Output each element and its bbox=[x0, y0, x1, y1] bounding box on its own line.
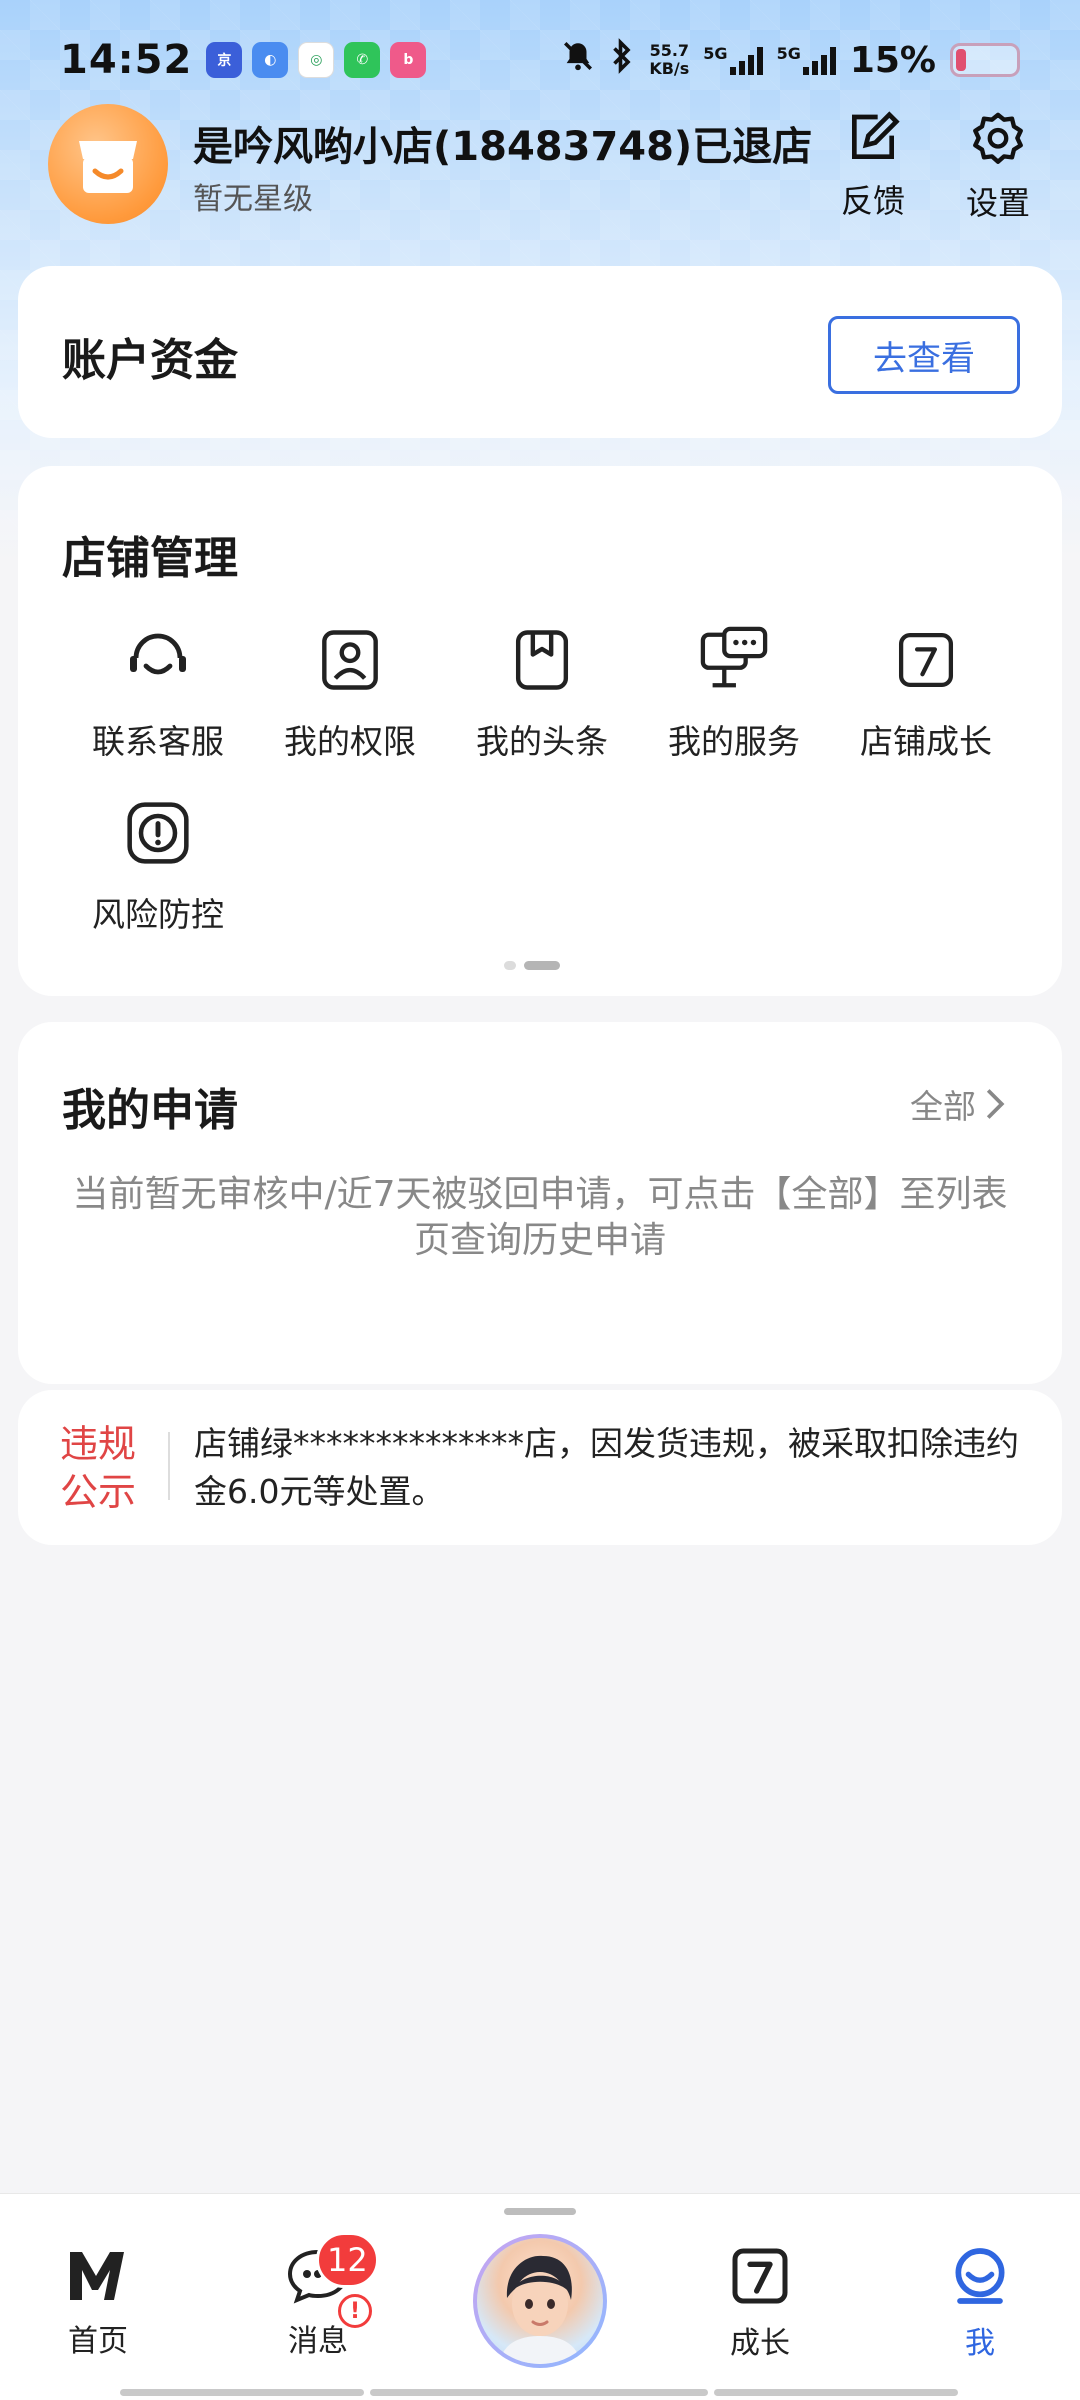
tab-messages-label: 消息 bbox=[288, 2324, 348, 2359]
tool-label: 风险防控 bbox=[92, 895, 224, 934]
mobile-app-icon: ◎ bbox=[298, 42, 335, 78]
assistant-avatar-button[interactable] bbox=[473, 2234, 607, 2368]
feedback-button[interactable]: 反馈 bbox=[828, 110, 918, 222]
gear-icon bbox=[973, 112, 1023, 164]
edit-icon bbox=[852, 111, 900, 159]
tab-home-label: 首页 bbox=[68, 2324, 128, 2359]
my-applications-title: 我的申请 bbox=[62, 1085, 238, 1136]
browser-app-icon: ◐ bbox=[252, 42, 289, 78]
bottom-tab-bar: 首页 消息 12 ! 成长 我 bbox=[0, 2193, 1080, 2400]
tab-me-label: 我 bbox=[965, 2326, 995, 2361]
tab-growth[interactable]: 成长 bbox=[680, 2246, 840, 2362]
page-indicator bbox=[504, 961, 560, 970]
divider bbox=[168, 1432, 170, 1500]
status-bar: 14:52 京 ◐ ◎ ✆ b 55.7 KB/s 5G 5G 15% bbox=[0, 0, 1080, 120]
network-speed: 55.7 KB/s bbox=[649, 42, 689, 78]
avatar-portrait-icon bbox=[499, 2255, 581, 2364]
tab-me[interactable]: 我 bbox=[900, 2246, 1060, 2362]
tool-label: 我的权限 bbox=[284, 722, 416, 761]
battery-percent: 15% bbox=[849, 39, 936, 81]
status-time: 14:52 bbox=[60, 37, 193, 83]
tool-label: 店铺成长 bbox=[860, 722, 992, 761]
network-speed-value: 55.7 bbox=[649, 41, 690, 60]
tool-label: 我的头条 bbox=[476, 722, 608, 761]
my-permissions-button[interactable]: 我的权限 bbox=[255, 623, 445, 763]
signal-bars-icon bbox=[802, 45, 836, 75]
growth-seven-icon bbox=[889, 623, 963, 697]
violation-notice-tag: 违规 公示 bbox=[60, 1420, 150, 1516]
empty-applications-hint: 当前暂无审核中/近7天被驳回申请，可点击【全部】至列表页查询历史申请 bbox=[72, 1174, 1008, 1261]
gesture-segment bbox=[714, 2389, 958, 2396]
store-avatar[interactable] bbox=[48, 104, 168, 224]
store-management-card: 店铺管理 联系客服 我的权限 我的头条 我的服务 店铺成长 风险防控 bbox=[18, 466, 1062, 996]
tool-label: 联系客服 bbox=[92, 722, 224, 761]
settings-label: 设置 bbox=[965, 184, 1030, 222]
violation-tag-line1: 违规 bbox=[60, 1422, 137, 1466]
drag-handle[interactable] bbox=[504, 2208, 576, 2215]
all-applications-link[interactable]: 全部 bbox=[910, 1080, 1006, 1128]
tab-home[interactable]: 首页 bbox=[18, 2246, 178, 2360]
tab-growth-label: 成长 bbox=[730, 2326, 790, 2361]
contact-service-button[interactable]: 联系客服 bbox=[63, 623, 253, 763]
mute-bell-icon bbox=[561, 39, 595, 81]
store-level: 暂无星级 bbox=[193, 182, 313, 217]
signal-2-label: 5G bbox=[776, 44, 801, 63]
my-services-button[interactable]: 我的服务 bbox=[639, 623, 829, 763]
violation-notice-text: 店铺绿**************店，因发货违规，被采取扣除违约金6.0元等处置… bbox=[194, 1424, 1019, 1511]
alert-square-icon bbox=[121, 796, 195, 870]
jd-app-icon: 京 bbox=[206, 42, 243, 78]
messages-count-badge: 12 bbox=[316, 2232, 379, 2288]
store-name: 是吟风哟小店(18483748)已退店 bbox=[193, 124, 813, 170]
growth-seven-icon bbox=[732, 2248, 788, 2304]
monitor-chat-icon bbox=[697, 623, 771, 697]
violation-tag-line2: 公示 bbox=[60, 1470, 137, 1514]
my-headlines-button[interactable]: 我的头条 bbox=[447, 623, 637, 763]
smile-face-icon bbox=[955, 2248, 1005, 2304]
messages-alert-icon: ! bbox=[338, 2294, 372, 2328]
risk-control-button[interactable]: 风险防控 bbox=[63, 796, 253, 936]
avatar bbox=[477, 2238, 603, 2364]
signal-bars-icon bbox=[729, 45, 763, 75]
store-header: 是吟风哟小店(18483748)已退店 暂无星级 反馈 设置 bbox=[48, 104, 1038, 228]
page: 14:52 京 ◐ ◎ ✆ b 55.7 KB/s 5G 5G 15% 是吟风哟… bbox=[0, 0, 1080, 2400]
phone-app-icon: ✆ bbox=[344, 42, 381, 78]
shop-face-icon bbox=[79, 141, 137, 193]
profile-badge-icon bbox=[313, 623, 387, 697]
home-logo-icon bbox=[70, 2252, 124, 2300]
gesture-bar bbox=[120, 2389, 958, 2396]
violation-notice-card[interactable]: 违规 公示 店铺绿**************店，因发货违规，被采取扣除违约金6… bbox=[18, 1390, 1062, 1545]
headset-icon bbox=[121, 623, 195, 697]
store-growth-button[interactable]: 店铺成长 bbox=[831, 623, 1021, 763]
status-indicators: 55.7 KB/s 5G 5G 15% bbox=[561, 38, 1020, 82]
tool-label: 我的服务 bbox=[668, 722, 800, 761]
feedback-label: 反馈 bbox=[840, 182, 905, 220]
battery-icon bbox=[950, 43, 1020, 77]
my-applications-card: 我的申请 全部 当前暂无审核中/近7天被驳回申请，可点击【全部】至列表页查询历史… bbox=[18, 1022, 1062, 1384]
page-dot bbox=[504, 961, 516, 970]
account-funds-title: 账户资金 bbox=[62, 335, 238, 386]
status-app-icons: 京 ◐ ◎ ✆ b bbox=[206, 42, 427, 78]
signal-2: 5G bbox=[777, 45, 836, 75]
bookmark-icon bbox=[505, 623, 579, 697]
store-management-title: 店铺管理 bbox=[62, 533, 238, 584]
network-speed-unit: KB/s bbox=[649, 59, 690, 78]
all-applications-label: 全部 bbox=[910, 1087, 976, 1126]
gesture-segment bbox=[370, 2389, 708, 2396]
page-dot-active bbox=[524, 961, 560, 970]
bluetooth-icon bbox=[609, 38, 635, 82]
bilibili-app-icon: b bbox=[390, 42, 427, 78]
view-funds-button[interactable]: 去查看 bbox=[828, 316, 1020, 394]
gesture-segment bbox=[120, 2389, 364, 2396]
settings-button[interactable]: 设置 bbox=[953, 110, 1043, 224]
signal-1: 5G bbox=[703, 44, 763, 75]
signal-1-label: 5G bbox=[703, 44, 728, 63]
chevron-right-icon bbox=[986, 1089, 1005, 1119]
account-funds-card: 账户资金 去查看 bbox=[18, 266, 1062, 438]
